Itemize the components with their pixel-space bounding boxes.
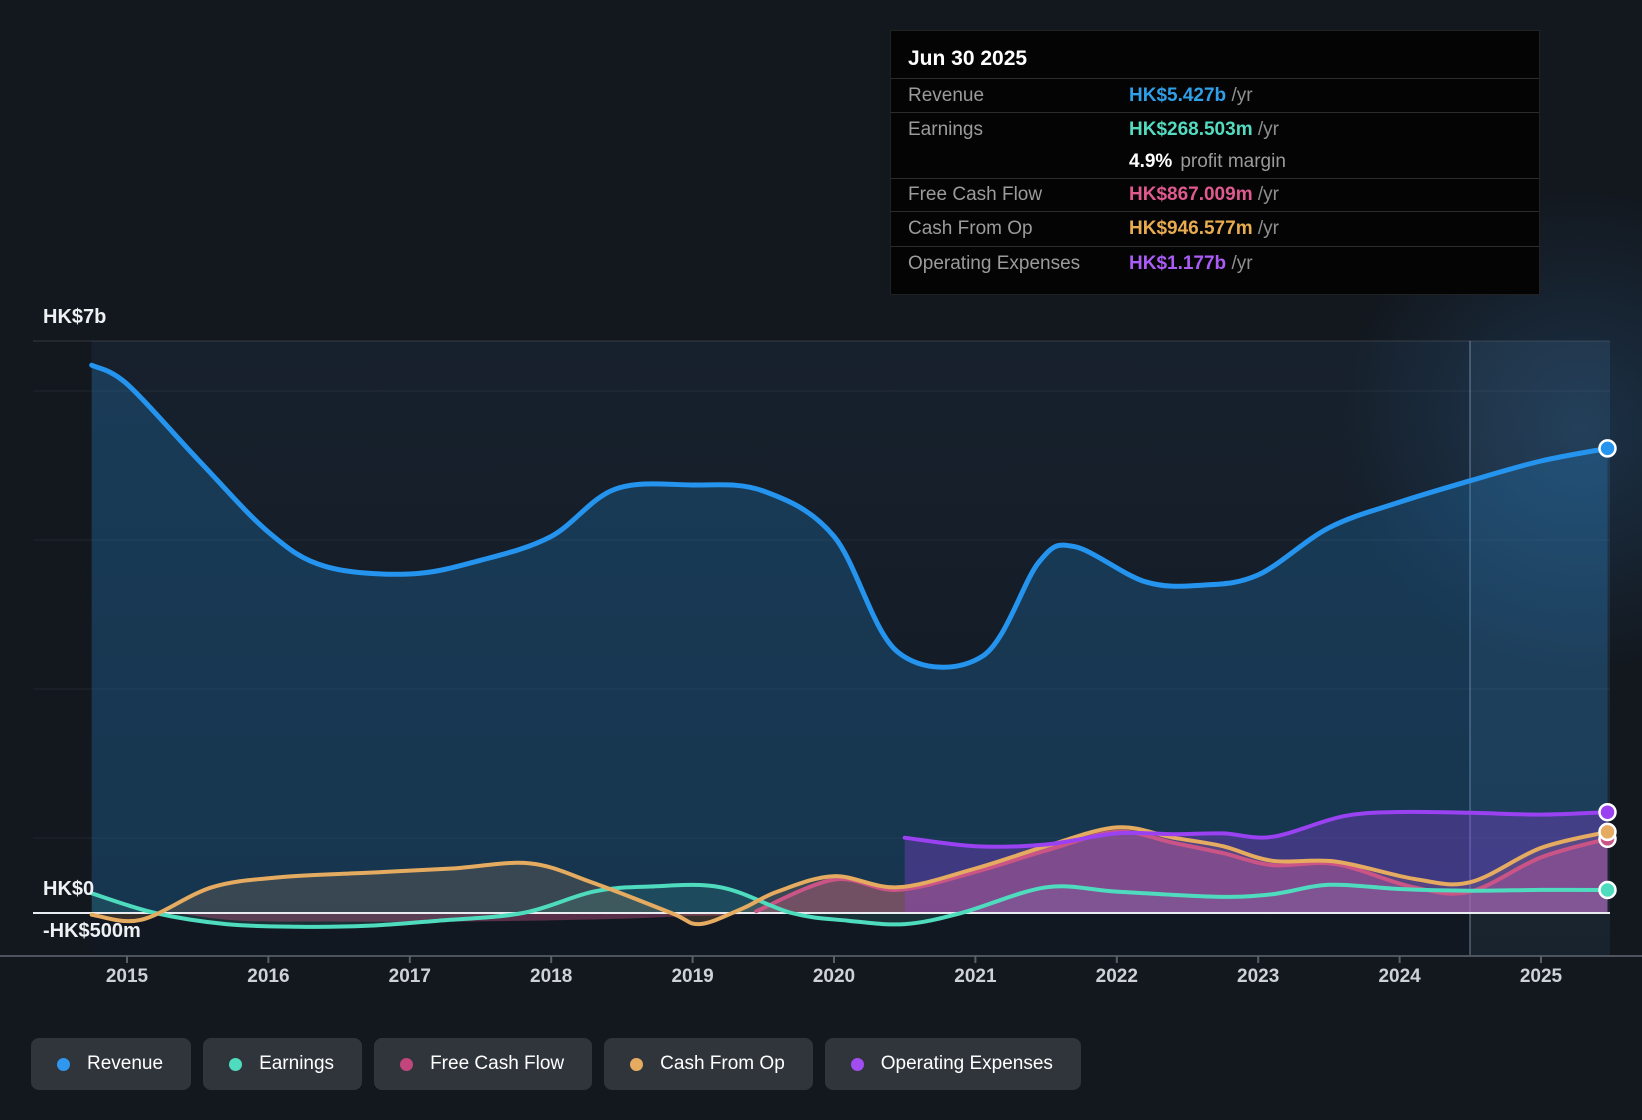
tooltip-row-cashop: Cash From Op HK$946.577m /yr — [891, 211, 1539, 246]
tooltip-profit-margin: 4.9% profit margin — [891, 146, 1539, 178]
y-axis-label-7b: HK$7b — [43, 306, 107, 328]
tooltip-row-opex: Operating Expenses HK$1.177b /yr — [891, 246, 1539, 281]
tooltip-value-revenue: HK$5.427b /yr — [1129, 84, 1253, 106]
legend-label-earnings: Earnings — [259, 1053, 335, 1074]
profit-margin-percent: 4.9% — [1129, 151, 1173, 172]
y-axis-label-neg500m: -HK$500m — [43, 920, 141, 942]
tooltip-label-revenue: Revenue — [908, 84, 985, 106]
revenue-endpoint-marker[interactable] — [1598, 439, 1617, 458]
x-axis-label-2017: 2017 — [388, 966, 431, 987]
legend-label-free-cash-flow: Free Cash Flow — [430, 1053, 565, 1074]
tooltip-label-opex: Operating Expenses — [908, 253, 1081, 274]
x-axis-label-2018: 2018 — [530, 966, 573, 987]
legend-pill-operating-expenses[interactable]: Operating Expenses — [824, 1038, 1081, 1090]
revenue-legend-dot-icon — [57, 1057, 70, 1071]
tooltip-label-cashop: Cash From Op — [908, 218, 1033, 239]
legend-label-cash-from-op: Cash From Op — [660, 1053, 785, 1074]
x-axis-label-2016: 2016 — [247, 966, 290, 987]
tooltip-row-earnings: Earnings HK$268.503m /yr — [891, 112, 1539, 146]
operating-expenses-legend-dot-icon — [850, 1057, 864, 1071]
tooltip: Jun 30 2025 Revenue HK$5.427b /yr Earnin… — [890, 30, 1540, 295]
legend-label-operating-expenses: Operating Expenses — [880, 1053, 1053, 1074]
y-axis-label-zero: HK$0 — [43, 878, 95, 900]
legend-pill-cash-from-op[interactable]: Cash From Op — [604, 1038, 813, 1090]
legend-label-revenue: Revenue — [87, 1053, 164, 1074]
x-axis-label-2024: 2024 — [1378, 966, 1421, 987]
cash-from-op-legend-dot-icon — [630, 1057, 644, 1071]
free-cash-flow-legend-dot-icon — [400, 1057, 414, 1071]
legend: Revenue Earnings Free Cash Flow Cash From O… — [31, 1038, 1081, 1090]
operating-expenses-endpoint-marker[interactable] — [1598, 802, 1617, 822]
earnings-endpoint-marker[interactable] — [1598, 880, 1617, 900]
chart-stage: HK$7b HK$0 -HK$500m 2015 2016 2017 2018 2019… — [0, 0, 1642, 1120]
tooltip-row-revenue: Revenue HK$5.427b /yr — [891, 78, 1539, 112]
x-axis-label-2022: 2022 — [1095, 966, 1138, 987]
tooltip-label-earnings: Earnings — [908, 118, 983, 140]
earnings-legend-dot-icon — [229, 1057, 243, 1071]
legend-pill-revenue[interactable]: Revenue — [31, 1038, 192, 1090]
tooltip-label-fcf: Free Cash Flow — [908, 184, 1043, 205]
x-axis-label-2019: 2019 — [671, 966, 714, 987]
tooltip-value-opex: HK$1.177b /yr — [1129, 253, 1253, 274]
tooltip-date-title: Jun 30 2025 — [908, 47, 1028, 70]
x-axis-label-2025: 2025 — [1519, 966, 1563, 987]
tooltip-row-fcf: Free Cash Flow HK$867.009m /yr — [891, 178, 1539, 211]
legend-pill-earnings[interactable]: Earnings — [203, 1038, 363, 1090]
legend-pill-free-cash-flow[interactable]: Free Cash Flow — [374, 1038, 593, 1090]
tooltip-value-cashop: HK$946.577m /yr — [1129, 218, 1279, 239]
x-axis-label-2021: 2021 — [954, 966, 997, 987]
tooltip-value-earnings: HK$268.503m /yr — [1129, 118, 1279, 140]
tooltip-value-fcf: HK$867.009m /yr — [1129, 184, 1279, 205]
x-axis-label-2023: 2023 — [1237, 966, 1280, 987]
x-axis-label-2015: 2015 — [105, 966, 149, 987]
x-axis-label-2020: 2020 — [812, 966, 856, 987]
profit-margin-note: profit margin — [1180, 151, 1286, 172]
cash-from-op-endpoint-marker[interactable] — [1598, 822, 1617, 842]
